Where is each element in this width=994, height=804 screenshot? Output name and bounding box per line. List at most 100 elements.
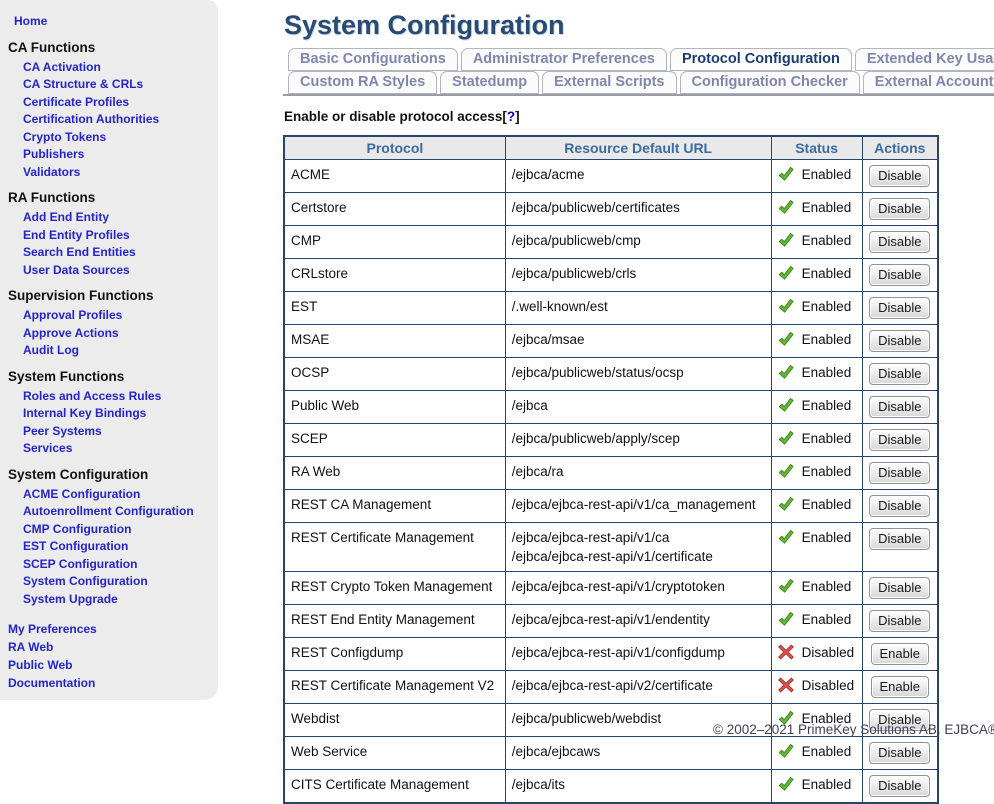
sidebar-item-my-preferences[interactable]: My Preferences xyxy=(8,620,218,638)
status-cell: Enabled xyxy=(771,391,862,424)
bracket-close: ] xyxy=(515,109,520,124)
disable-protocol-button[interactable]: Disable xyxy=(869,610,930,632)
tab-statedump[interactable]: Statedump xyxy=(440,71,539,94)
disable-protocol-button[interactable]: Disable xyxy=(869,231,930,253)
sidebar-item-public-web[interactable]: Public Web xyxy=(8,656,218,674)
disable-protocol-button[interactable]: Disable xyxy=(869,577,930,599)
sidebar-item-approval-profiles[interactable]: Approval Profiles xyxy=(23,307,218,325)
tab-protocol-configuration[interactable]: Protocol Configuration xyxy=(670,48,852,71)
check-icon xyxy=(778,743,794,759)
enable-protocol-button[interactable]: Enable xyxy=(871,676,929,698)
tab-configuration-checker[interactable]: Configuration Checker xyxy=(680,71,860,94)
disable-protocol-button[interactable]: Disable xyxy=(869,330,930,352)
sidebar-item-crypto-tokens[interactable]: Crypto Tokens xyxy=(23,129,218,147)
sidebar-item-search-end-entities[interactable]: Search End Entities xyxy=(23,244,218,262)
sidebar-item-add-end-entity[interactable]: Add End Entity xyxy=(23,209,218,227)
status-cell: Enabled xyxy=(771,572,862,605)
protocol-cell: Web Service xyxy=(284,737,505,770)
table-body: ACME /ejbca/acme Enabled Disable Certsto… xyxy=(284,160,938,804)
status-label: Enabled xyxy=(802,330,852,349)
sidebar-item-cmp-configuration[interactable]: CMP Configuration xyxy=(23,521,218,539)
disable-protocol-button[interactable]: Disable xyxy=(869,297,930,319)
sidebar-item-audit-log[interactable]: Audit Log xyxy=(23,342,218,360)
disable-protocol-button[interactable]: Disable xyxy=(869,495,930,517)
status-wrap: Enabled xyxy=(778,297,856,316)
column-header-status: Status xyxy=(771,136,862,160)
disable-protocol-button[interactable]: Disable xyxy=(869,264,930,286)
sidebar-item-est-configuration[interactable]: EST Configuration xyxy=(23,538,218,556)
sidebar-item-certificate-profiles[interactable]: Certificate Profiles xyxy=(23,94,218,112)
resource-url: /ejbca/ra xyxy=(512,462,765,481)
actions-cell: Disable xyxy=(862,605,938,638)
status-wrap: Enabled xyxy=(778,396,856,415)
status-wrap: Enabled xyxy=(778,577,856,596)
status-wrap: Enabled xyxy=(778,363,856,382)
help-link[interactable]: ? xyxy=(507,109,515,124)
sidebar-item-certification-authorities[interactable]: Certification Authorities xyxy=(23,111,218,129)
disable-protocol-button[interactable]: Disable xyxy=(869,528,930,550)
status-label: Disabled xyxy=(802,643,855,662)
tab-row-1: Basic Configurations Administrator Prefe… xyxy=(288,48,994,71)
tab-basic-configurations[interactable]: Basic Configurations xyxy=(288,48,458,71)
sidebar-item-internal-key-bindings[interactable]: Internal Key Bindings xyxy=(23,405,218,423)
disable-protocol-button[interactable]: Disable xyxy=(869,198,930,220)
sidebar-item-autoenrollment-configuration[interactable]: Autoenrollment Configuration xyxy=(23,503,218,521)
table-row: SCEP /ejbca/publicweb/apply/scep Enabled… xyxy=(284,424,938,457)
status-wrap: Enabled xyxy=(778,775,856,794)
tab-extended-key-usages[interactable]: Extended Key Usages xyxy=(855,48,994,71)
status-label: Enabled xyxy=(802,462,852,481)
sidebar-item-services[interactable]: Services xyxy=(23,440,218,458)
disable-protocol-button[interactable]: Disable xyxy=(869,775,930,797)
actions-cell: Disable xyxy=(862,737,938,770)
status-label: Enabled xyxy=(802,577,852,596)
sidebar-item-home[interactable]: Home xyxy=(14,13,218,31)
disable-protocol-button[interactable]: Disable xyxy=(869,462,930,484)
resource-url: /ejbca/publicweb/crls xyxy=(512,264,765,283)
tab-external-scripts[interactable]: External Scripts xyxy=(542,71,676,94)
status-cell: Enabled xyxy=(771,605,862,638)
table-header-row: ProtocolResource Default URLStatusAction… xyxy=(284,136,938,160)
sidebar-item-approve-actions[interactable]: Approve Actions xyxy=(23,325,218,343)
sidebar-item-acme-configuration[interactable]: ACME Configuration xyxy=(23,486,218,504)
tab-external-account-bindings[interactable]: External Account Bindings xyxy=(863,71,994,94)
resource-url-cell: /ejbca/ejbca-rest-api/v1/configdump xyxy=(505,638,771,671)
sidebar-item-validators[interactable]: Validators xyxy=(23,164,218,182)
sidebar-item-ca-structure-crls[interactable]: CA Structure & CRLs xyxy=(23,76,218,94)
resource-url: /ejbca/publicweb/status/ocsp xyxy=(512,363,765,382)
resource-url-cell: /ejbca/its xyxy=(505,770,771,804)
check-icon xyxy=(778,776,794,792)
disable-protocol-button[interactable]: Disable xyxy=(869,396,930,418)
actions-cell: Disable xyxy=(862,523,938,572)
sidebar-item-system-upgrade[interactable]: System Upgrade xyxy=(23,591,218,609)
sidebar-item-user-data-sources[interactable]: User Data Sources xyxy=(23,262,218,280)
sidebar-item-ca-activation[interactable]: CA Activation xyxy=(23,59,218,77)
status-wrap: Enabled xyxy=(778,330,856,349)
check-icon xyxy=(778,463,794,479)
resource-url-cell: /ejbca/ra xyxy=(505,457,771,490)
sidebar-item-system-configuration[interactable]: System Configuration xyxy=(23,573,218,591)
sidebar-item-documentation[interactable]: Documentation xyxy=(8,674,218,692)
tab-custom-ra-styles[interactable]: Custom RA Styles xyxy=(288,71,437,94)
disable-protocol-button[interactable]: Disable xyxy=(869,742,930,764)
table-row: CRLstore /ejbca/publicweb/crls Enabled D… xyxy=(284,259,938,292)
sidebar-item-end-entity-profiles[interactable]: End Entity Profiles xyxy=(23,227,218,245)
protocol-cell: CMP xyxy=(284,226,505,259)
disable-protocol-button[interactable]: Disable xyxy=(869,363,930,385)
protocol-cell: REST Certificate Management xyxy=(284,523,505,572)
sidebar-item-roles-and-access-rules[interactable]: Roles and Access Rules xyxy=(23,388,218,406)
sidebar-item-scep-configuration[interactable]: SCEP Configuration xyxy=(23,556,218,574)
enable-protocol-button[interactable]: Enable xyxy=(871,643,929,665)
cross-icon xyxy=(778,677,794,693)
column-header-actions: Actions xyxy=(862,136,938,160)
sidebar-item-publishers[interactable]: Publishers xyxy=(23,146,218,164)
disable-protocol-button[interactable]: Disable xyxy=(869,165,930,187)
disable-protocol-button[interactable]: Disable xyxy=(869,429,930,451)
status-label: Enabled xyxy=(802,528,852,547)
sidebar-item-ra-web[interactable]: RA Web xyxy=(8,638,218,656)
status-label: Enabled xyxy=(802,165,852,184)
tab-administrator-preferences[interactable]: Administrator Preferences xyxy=(461,48,667,71)
table-row: REST Certificate Management V2 /ejbca/ej… xyxy=(284,671,938,704)
resource-url-cell: /ejbca/publicweb/apply/scep xyxy=(505,424,771,457)
sidebar-item-peer-systems[interactable]: Peer Systems xyxy=(23,423,218,441)
resource-url-cell: /ejbca/ejbca-rest-api/v1/endentity xyxy=(505,605,771,638)
